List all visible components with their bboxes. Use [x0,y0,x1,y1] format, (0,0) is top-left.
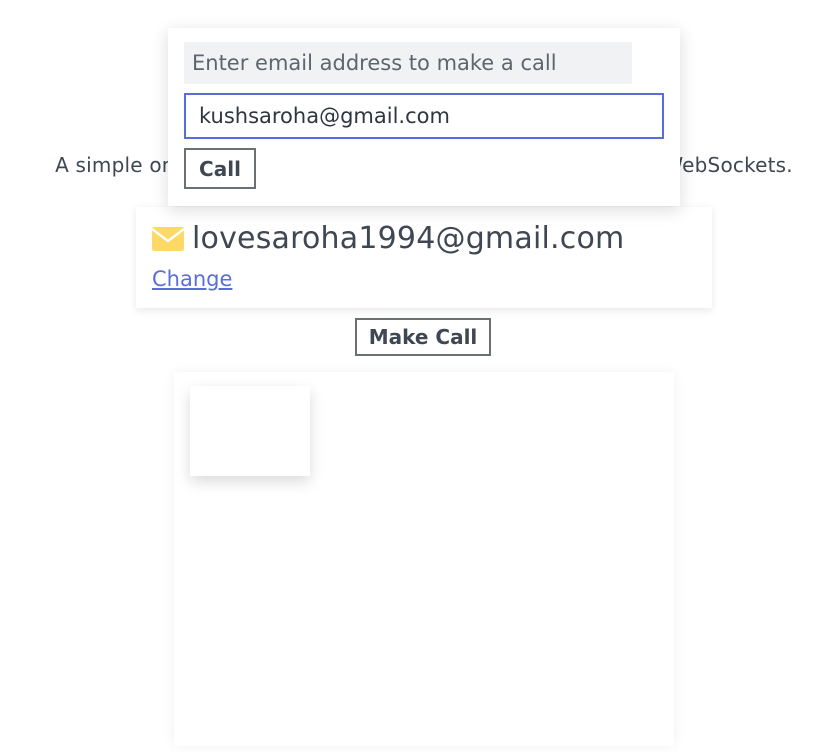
call-button[interactable]: Call [184,148,256,189]
mail-icon [151,226,185,251]
current-user-card: lovesaroha1994@gmail.com Change [136,207,712,308]
current-user-row: lovesaroha1994@gmail.com [151,221,625,256]
make-call-button[interactable]: Make Call [355,318,491,356]
change-email-link[interactable]: Change [152,267,232,291]
current-user-email: lovesaroha1994@gmail.com [192,221,625,256]
local-video [190,386,310,476]
call-popover-hint: Enter email address to make a call [184,42,632,84]
remote-video [174,372,674,746]
video-call-app: A simple one-to-one video call app built… [0,0,826,752]
callee-email-input[interactable] [184,93,664,139]
call-popover: Enter email address to make a call Call [168,28,680,206]
